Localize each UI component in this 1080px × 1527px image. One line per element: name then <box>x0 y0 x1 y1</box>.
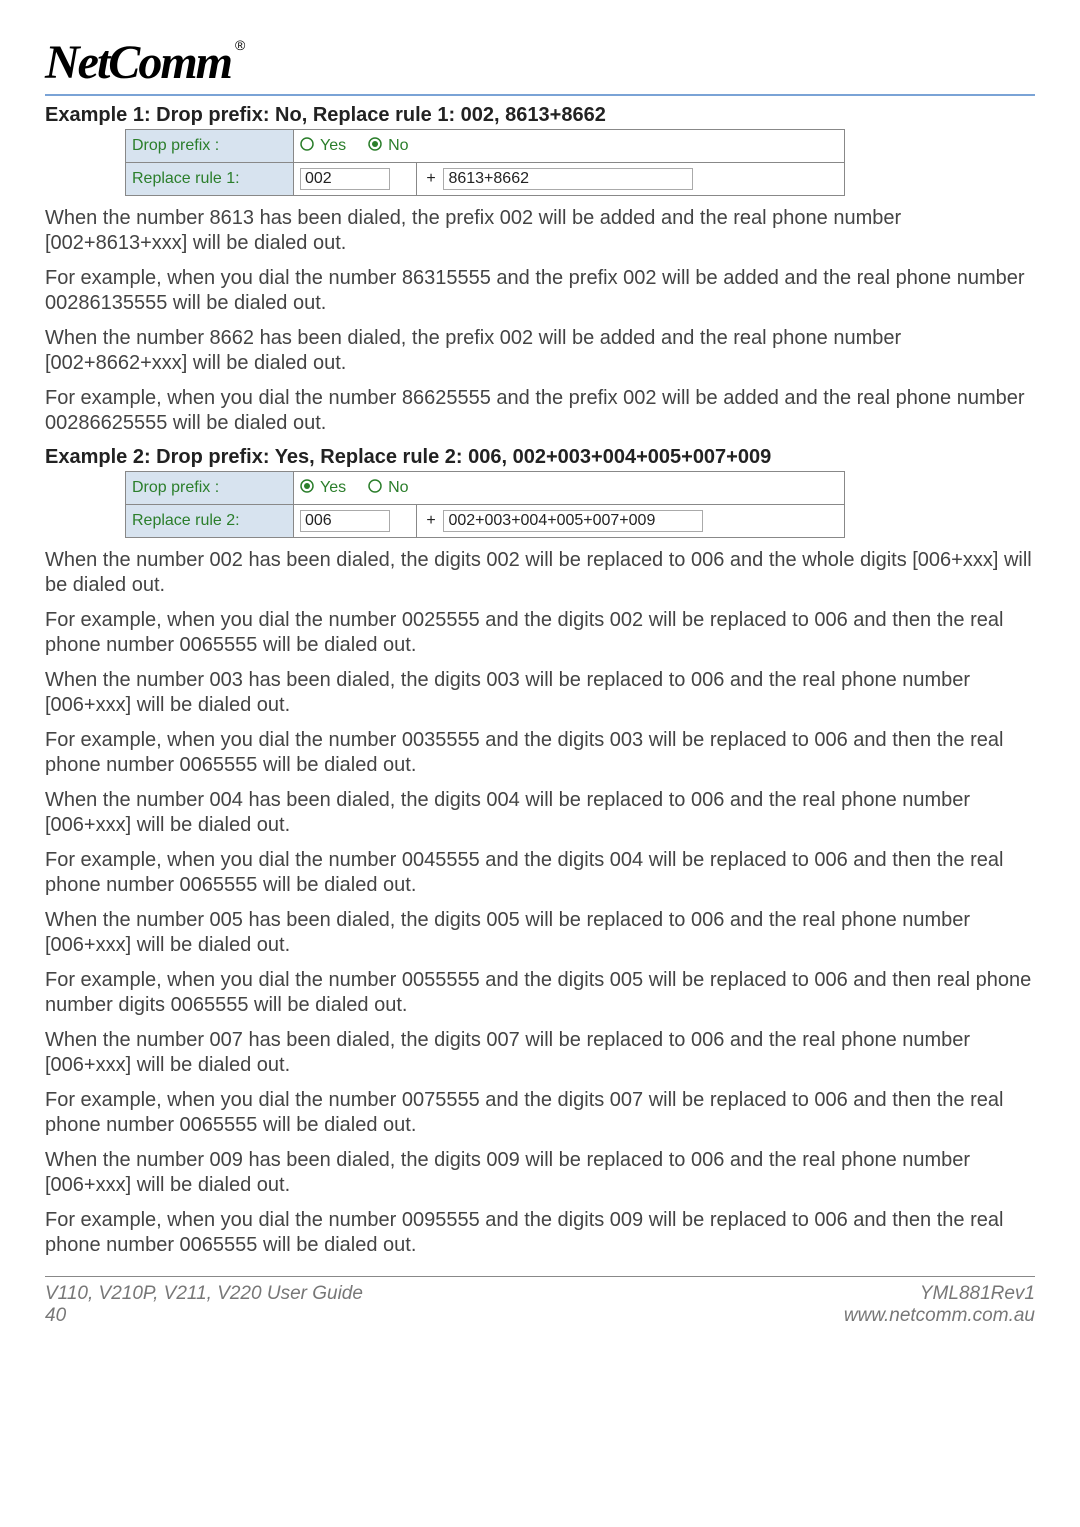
body-text: When the number 003 has been dialed, the… <box>45 668 1035 718</box>
radio-no-ex2[interactable] <box>368 479 382 498</box>
footer-url: www.netcomm.com.au <box>844 1305 1035 1327</box>
footer-revision: YML881Rev1 <box>844 1283 1035 1305</box>
brand-logo: NetComm ® <box>45 35 1035 90</box>
radio-yes-ex2[interactable] <box>300 479 314 498</box>
body-text: For example, when you dial the number 00… <box>45 728 1035 778</box>
plus-icon: + <box>423 170 439 188</box>
body-text: When the number 007 has been dialed, the… <box>45 1028 1035 1078</box>
replace-rule2-prefix-input[interactable]: 006 <box>300 510 390 532</box>
body-text: When the number 002 has been dialed, the… <box>45 548 1035 598</box>
body-text: When the number 009 has been dialed, the… <box>45 1148 1035 1198</box>
drop-prefix-label: Drop prefix : <box>126 130 294 163</box>
body-text: For example, when you dial the number 00… <box>45 608 1035 658</box>
radio-yes-ex1[interactable] <box>300 137 314 156</box>
header-divider <box>45 94 1035 96</box>
replace-rule1-values-input[interactable]: 8613+8662 <box>443 168 693 190</box>
logo-text: NetComm <box>45 35 231 90</box>
registered-mark: ® <box>235 37 245 53</box>
example2-form: Drop prefix : Yes No Replace rule 2: <box>125 471 845 538</box>
footer-page-number: 40 <box>45 1305 363 1327</box>
body-text: For example, when you dial the number 00… <box>45 1208 1035 1258</box>
replace-rule2-values-input[interactable]: 002+003+004+005+007+009 <box>443 510 703 532</box>
body-text: When the number 8613 has been dialed, th… <box>45 206 1035 256</box>
radio-no-label2: No <box>388 479 408 497</box>
radio-no-ex1[interactable] <box>368 137 382 156</box>
replace-rule1-prefix-input[interactable]: 002 <box>300 168 390 190</box>
body-text: When the number 8662 has been dialed, th… <box>45 326 1035 376</box>
footer-doc-title: V110, V210P, V211, V220 User Guide <box>45 1283 363 1305</box>
body-text: When the number 004 has been dialed, the… <box>45 788 1035 838</box>
radio-no-label: No <box>388 137 408 155</box>
page-footer: V110, V210P, V211, V220 User Guide 40 YM… <box>45 1276 1035 1327</box>
replace-rule2-label: Replace rule 2: <box>126 505 294 538</box>
body-text: For example, when you dial the number 86… <box>45 266 1035 316</box>
body-text: For example, when you dial the number 86… <box>45 386 1035 436</box>
example2-heading: Example 2: Drop prefix: Yes, Replace rul… <box>45 446 1035 469</box>
body-text: For example, when you dial the number 00… <box>45 848 1035 898</box>
body-text: For example, when you dial the number 00… <box>45 1088 1035 1138</box>
body-text: For example, when you dial the number 00… <box>45 968 1035 1018</box>
drop-prefix-label2: Drop prefix : <box>126 472 294 505</box>
radio-yes-label: Yes <box>320 137 346 155</box>
radio-yes-label2: Yes <box>320 479 346 497</box>
example1-heading: Example 1: Drop prefix: No, Replace rule… <box>45 104 1035 127</box>
body-text: When the number 005 has been dialed, the… <box>45 908 1035 958</box>
example1-form: Drop prefix : Yes No Replace rule 1: <box>125 129 845 196</box>
plus-icon: + <box>423 512 439 530</box>
replace-rule1-label: Replace rule 1: <box>126 163 294 196</box>
